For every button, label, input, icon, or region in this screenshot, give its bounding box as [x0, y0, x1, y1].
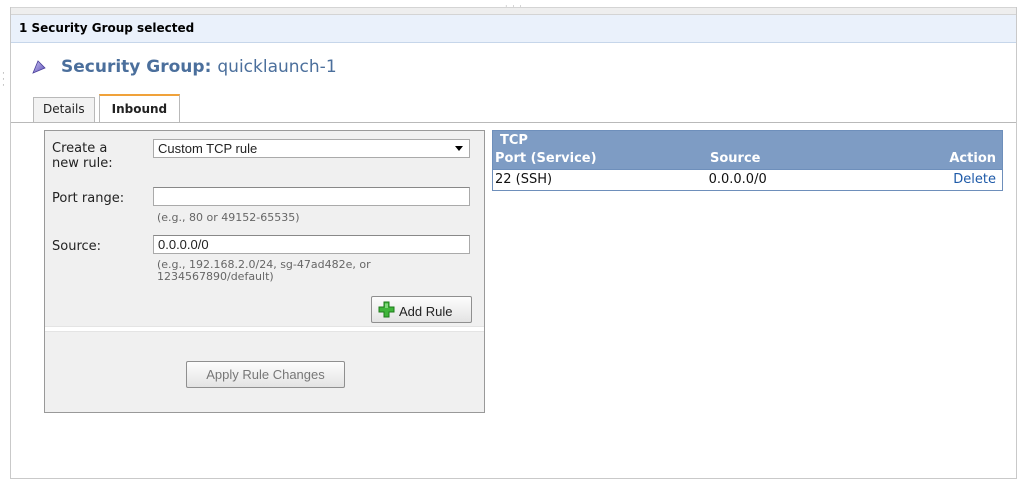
table-row: 22 (SSH) 0.0.0.0/0 Delete [493, 169, 1002, 190]
port-range-hint: (e.g., 80 or 49152-65535) [157, 211, 300, 224]
add-rule-label: Add Rule [399, 303, 453, 319]
side-resize-grip-icon[interactable]: · · · [2, 70, 6, 91]
security-group-name: quicklaunch-1 [217, 57, 337, 77]
column-header-action: Action [949, 151, 996, 166]
selection-count-text: 1 Security Group selected [19, 21, 195, 35]
page-title: Security Group: quicklaunch-1 [31, 55, 337, 79]
add-rule-button[interactable]: Add Rule [371, 296, 472, 323]
security-group-icon [32, 60, 46, 74]
protocol-group-title: TCP [500, 133, 528, 148]
apply-rule-changes-button[interactable]: Apply Rule Changes [186, 361, 345, 388]
column-header-port: Port (Service) [495, 151, 597, 166]
source-hint-line2: 1234567890/default) [157, 270, 274, 283]
rule-type-select[interactable]: Custom TCP rule [153, 139, 470, 158]
delete-rule-link[interactable]: Delete [925, 170, 1002, 190]
resize-strip[interactable]: · · · [11, 2, 1016, 15]
rule-port-cell: 22 (SSH) [495, 172, 553, 187]
source-input[interactable]: 0.0.0.0/0 [153, 235, 470, 254]
port-range-label: Port range: [52, 191, 125, 206]
table-header: TCP Port (Service) Source Action [493, 131, 1002, 169]
rule-type-selected: Custom TCP rule [158, 141, 258, 156]
plus-icon [378, 301, 395, 318]
inbound-rules-table: TCP Port (Service) Source Action 22 (SSH… [492, 130, 1003, 191]
source-label: Source: [52, 239, 102, 254]
tab-inbound[interactable]: Inbound [98, 94, 181, 122]
tab-details[interactable]: Details [33, 97, 95, 122]
create-rule-panel: Create a new rule: Custom TCP rule Port … [44, 130, 485, 413]
rule-form: Create a new rule: Custom TCP rule Port … [45, 131, 484, 326]
create-rule-label-line2: new rule: [52, 156, 113, 171]
selection-header: 1 Security Group selected [11, 15, 1016, 43]
resize-grip-icon[interactable]: · · · [505, 2, 523, 11]
source-hint: (e.g., 192.168.2.0/24, sg-47ad482e, or 1… [157, 259, 371, 283]
tab-bar: Details Inbound [33, 94, 184, 122]
port-range-input[interactable] [153, 187, 470, 206]
rule-source-cell: 0.0.0.0/0 [708, 172, 767, 187]
panel-divider [45, 326, 484, 332]
title-label: Security Group: [61, 57, 212, 77]
create-rule-label: Create a new rule: [52, 141, 113, 171]
column-header-source: Source [710, 151, 761, 166]
tab-divider [11, 122, 1016, 123]
column-headers: Port (Service) Source Action [493, 150, 1002, 169]
security-group-panel: · · · · · · 1 Security Group selected Secu… [2, 2, 1017, 479]
dropdown-caret-icon [455, 146, 463, 151]
create-rule-label-line1: Create a [52, 141, 108, 156]
